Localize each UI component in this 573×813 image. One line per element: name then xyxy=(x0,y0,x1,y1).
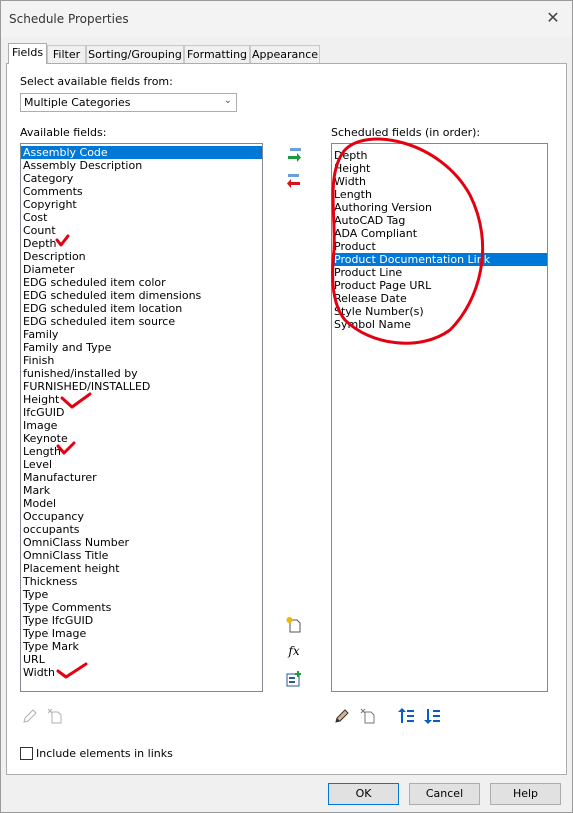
available-field-item[interactable]: funished/installed by xyxy=(21,367,262,380)
close-icon[interactable]: ✕ xyxy=(544,9,562,27)
cancel-button[interactable]: Cancel xyxy=(409,783,480,805)
available-field-item[interactable]: OmniClass Title xyxy=(21,549,262,562)
include-links-label: Include elements in links xyxy=(36,747,173,760)
new-parameter-icon[interactable] xyxy=(285,616,303,634)
delete-parameter-icon[interactable] xyxy=(46,707,64,725)
ok-button[interactable]: OK xyxy=(328,783,399,805)
scheduled-field-item[interactable]: ADA Compliant xyxy=(332,227,547,240)
available-field-item[interactable]: EDG scheduled item location xyxy=(21,302,262,315)
remove-parameter-icon[interactable] xyxy=(285,172,303,190)
available-field-item[interactable]: Keynote xyxy=(21,432,262,445)
tab-appearance[interactable]: Appearance xyxy=(250,45,320,63)
calculated-value-icon[interactable]: fx xyxy=(285,642,303,660)
available-field-item[interactable]: Copyright xyxy=(21,198,262,211)
available-field-item[interactable]: Family and Type xyxy=(21,341,262,354)
available-field-item[interactable]: Manufacturer xyxy=(21,471,262,484)
tab-filter[interactable]: Filter xyxy=(47,45,86,63)
available-field-item[interactable]: Depth xyxy=(21,237,262,250)
available-field-item[interactable]: Level xyxy=(21,458,262,471)
scheduled-field-item[interactable]: Product Line xyxy=(332,266,547,279)
available-field-item[interactable]: Type Image xyxy=(21,627,262,640)
available-field-item[interactable]: Type xyxy=(21,588,262,601)
scheduled-field-item[interactable]: Product Documentation Link xyxy=(332,253,547,266)
edit-parameter-icon[interactable] xyxy=(21,707,39,725)
available-field-item[interactable]: Category xyxy=(21,172,262,185)
available-field-item[interactable]: Height xyxy=(21,393,262,406)
available-field-item[interactable]: EDG scheduled item source xyxy=(21,315,262,328)
chevron-down-icon: ⌄ xyxy=(223,95,232,106)
available-field-item[interactable]: Family xyxy=(21,328,262,341)
available-field-item[interactable]: Assembly Code xyxy=(21,146,262,159)
scheduled-field-item[interactable]: AutoCAD Tag xyxy=(332,214,547,227)
available-field-item[interactable]: EDG scheduled item color xyxy=(21,276,262,289)
available-field-item[interactable]: Occupancy xyxy=(21,510,262,523)
scheduled-field-item[interactable]: Height xyxy=(332,162,547,175)
scheduled-fields-list[interactable]: Depth Height Width Length Authoring Version A… xyxy=(331,143,548,692)
window-title: Schedule Properties xyxy=(9,12,129,26)
available-field-item[interactable]: Width xyxy=(21,666,262,679)
available-field-item[interactable]: Model xyxy=(21,497,262,510)
edit-parameter-icon[interactable] xyxy=(333,707,351,725)
available-field-item[interactable]: Type Comments xyxy=(21,601,262,614)
tab-fields[interactable]: Fields xyxy=(8,43,47,64)
tab-sorting-grouping[interactable]: Sorting/Grouping xyxy=(86,45,184,63)
move-down-icon[interactable] xyxy=(423,707,441,725)
available-field-item[interactable]: Thickness xyxy=(21,575,262,588)
available-field-item[interactable]: Placement height xyxy=(21,562,262,575)
available-field-item[interactable]: Finish xyxy=(21,354,262,367)
available-field-item[interactable]: OmniClass Number xyxy=(21,536,262,549)
combine-parameters-icon[interactable] xyxy=(285,670,303,688)
available-fields-list[interactable]: Assembly Code Assembly Description Categor… xyxy=(20,143,263,692)
available-field-item[interactable]: FURNISHED/INSTALLED xyxy=(21,380,262,393)
available-field-item[interactable]: Image xyxy=(21,419,262,432)
move-up-icon[interactable] xyxy=(397,707,415,725)
available-field-item[interactable]: EDG scheduled item dimensions xyxy=(21,289,262,302)
available-field-item[interactable]: Type IfcGUID xyxy=(21,614,262,627)
tab-formatting[interactable]: Formatting xyxy=(184,45,250,63)
scheduled-field-item[interactable]: Product xyxy=(332,240,547,253)
available-fields-label: Available fields: xyxy=(20,126,107,139)
available-field-item[interactable]: occupants xyxy=(21,523,262,536)
add-parameter-icon[interactable] xyxy=(285,146,303,164)
title-bar: Schedule Properties ✕ xyxy=(1,1,572,37)
scheduled-field-item[interactable]: Authoring Version xyxy=(332,201,547,214)
available-field-item[interactable]: Type Mark xyxy=(21,640,262,653)
scheduled-field-item[interactable]: Depth xyxy=(332,149,547,162)
scheduled-fields-label: Scheduled fields (in order): xyxy=(331,126,481,139)
field-source-select[interactable]: Multiple Categories ⌄ xyxy=(20,93,237,112)
available-field-item[interactable]: IfcGUID xyxy=(21,406,262,419)
scheduled-field-item[interactable]: Release Date xyxy=(332,292,547,305)
scheduled-field-item[interactable]: Style Number(s) xyxy=(332,305,547,318)
scheduled-field-item[interactable]: Width xyxy=(332,175,547,188)
field-source-value: Multiple Categories xyxy=(24,96,131,109)
scheduled-field-item[interactable]: Symbol Name xyxy=(332,318,547,331)
select-fields-from-label: Select available fields from: xyxy=(20,75,173,88)
available-field-item[interactable]: Assembly Description xyxy=(21,159,262,172)
available-field-item[interactable]: URL xyxy=(21,653,262,666)
scheduled-field-item[interactable]: Length xyxy=(332,188,547,201)
available-field-item[interactable]: Comments xyxy=(21,185,262,198)
available-field-item[interactable]: Cost xyxy=(21,211,262,224)
available-field-item[interactable]: Length xyxy=(21,445,262,458)
available-field-item[interactable]: Diameter xyxy=(21,263,262,276)
available-field-item[interactable]: Description xyxy=(21,250,262,263)
delete-parameter-icon[interactable] xyxy=(359,707,377,725)
include-links-checkbox[interactable] xyxy=(20,747,33,760)
available-field-item[interactable]: Mark xyxy=(21,484,262,497)
help-button[interactable]: Help xyxy=(490,783,561,805)
scheduled-field-item[interactable]: Product Page URL xyxy=(332,279,547,292)
available-field-item[interactable]: Count xyxy=(21,224,262,237)
